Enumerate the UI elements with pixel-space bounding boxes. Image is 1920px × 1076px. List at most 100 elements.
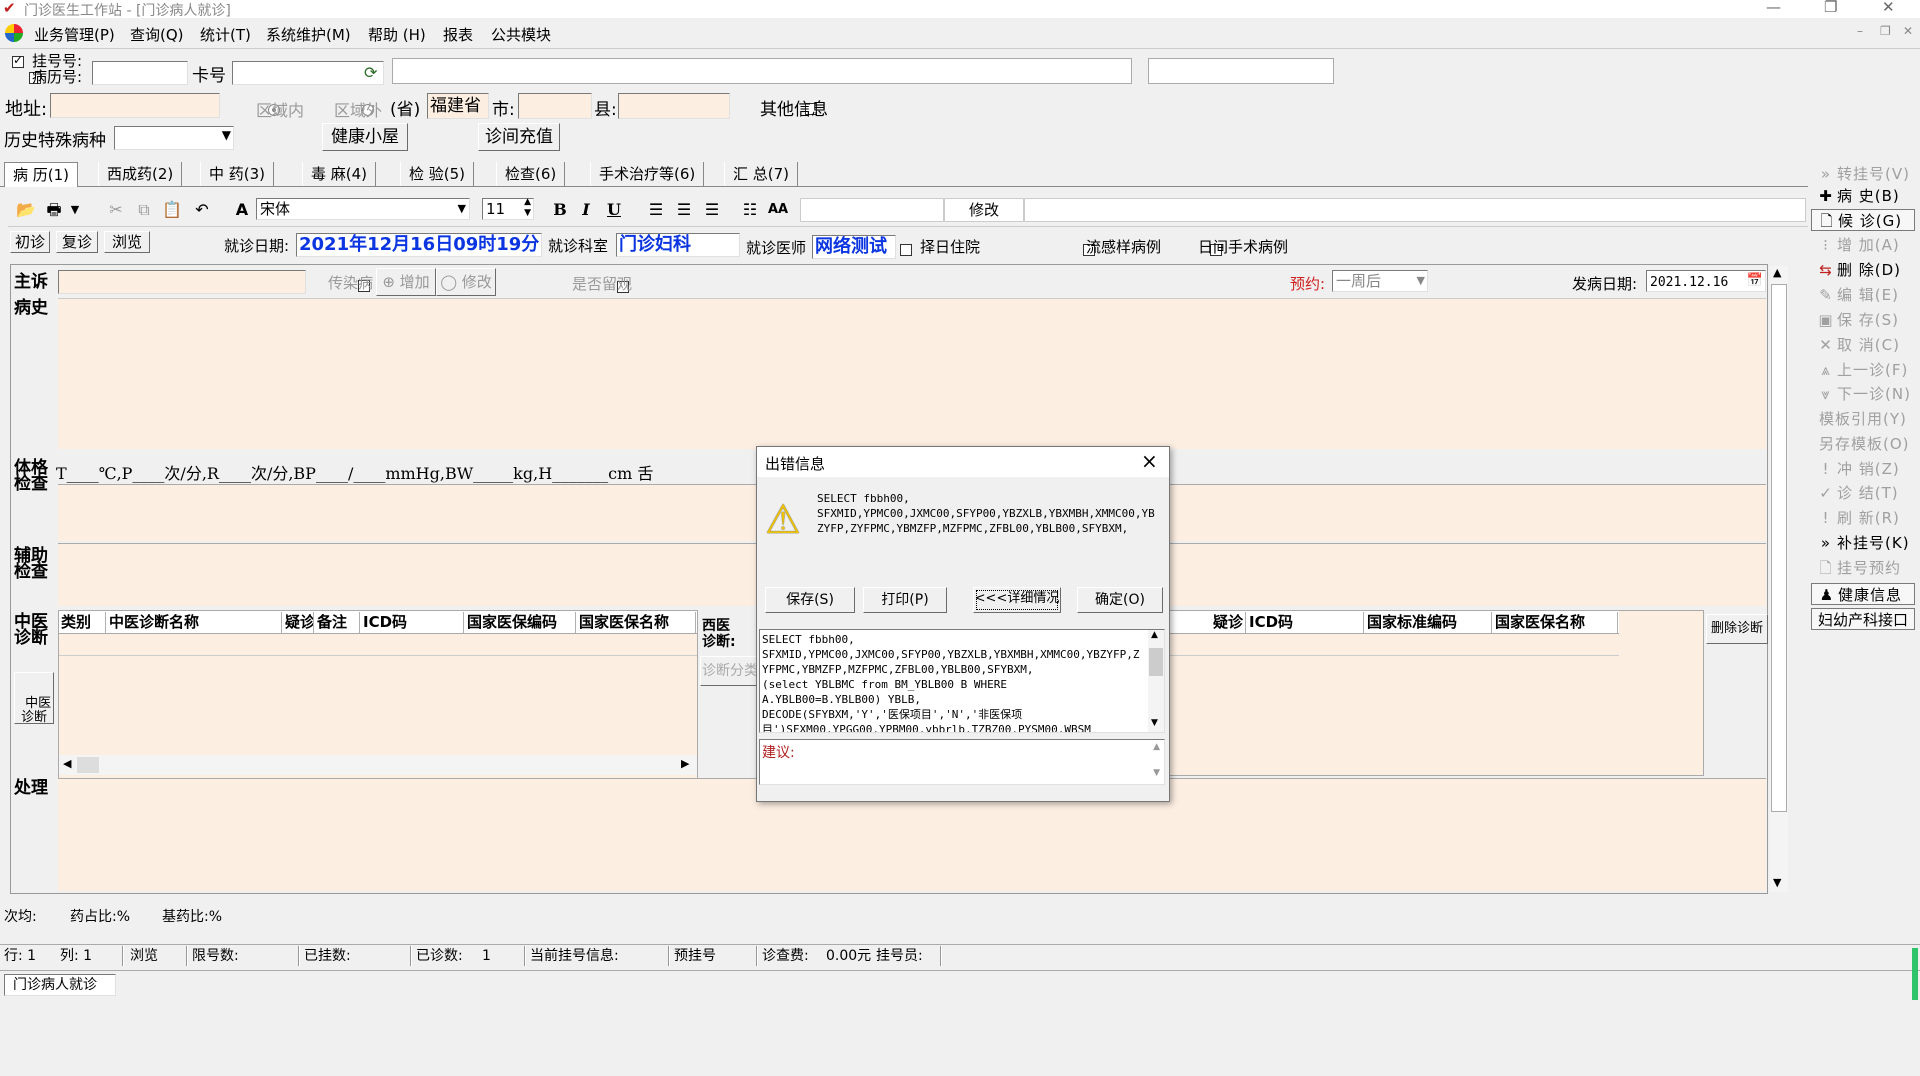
minimize-icon[interactable]: — bbox=[1766, 0, 1781, 16]
menu-query[interactable]: 查询(Q) bbox=[130, 24, 184, 45]
delete-button[interactable]: ⇆ 删 除(D) bbox=[1811, 259, 1915, 281]
dialog-detail-text[interactable]: SELECT fbbh00, SFXMID,YPMC00,JXMC00,SFYP… bbox=[759, 629, 1165, 733]
dialog-advice-field[interactable]: 建议: ▲ ▼ bbox=[759, 739, 1165, 785]
tab-summary[interactable]: 汇 总(7) bbox=[724, 162, 799, 186]
history-input[interactable] bbox=[58, 298, 1766, 449]
menu-stats[interactable]: 统计(T) bbox=[200, 24, 251, 45]
scroll-left-icon[interactable]: ◀ bbox=[63, 757, 71, 770]
template-ref-button[interactable]: 模板引用(Y) bbox=[1811, 408, 1915, 430]
close-icon[interactable]: ✕ bbox=[1882, 0, 1895, 16]
save-button[interactable]: ▣ 保 存(S) bbox=[1811, 309, 1915, 331]
maternal-interface-button[interactable]: 妇幼产科接口 bbox=[1811, 608, 1915, 630]
paste-icon[interactable]: 📋 bbox=[160, 197, 184, 223]
add-button[interactable]: ⁝ 增 加(A) bbox=[1811, 234, 1915, 256]
scroll-down-icon[interactable]: ▼ bbox=[1773, 876, 1781, 889]
tcm-hscrollbar[interactable]: ◀ ▶ bbox=[59, 755, 697, 775]
child-minimize-icon[interactable]: – bbox=[1857, 24, 1863, 38]
address-input[interactable] bbox=[50, 93, 220, 118]
stepper-icon[interactable]: ▲ ▼ bbox=[524, 197, 531, 219]
add-complaint-button[interactable]: ⊕ 增加 bbox=[376, 268, 436, 296]
previous-visit-button[interactable]: ⩓ 上一诊(F) bbox=[1811, 359, 1915, 381]
advice-scroll-down-icon[interactable]: ▼ bbox=[1153, 768, 1160, 778]
detail-scroll-up-icon[interactable]: ▲ bbox=[1151, 630, 1158, 640]
health-house-button[interactable]: 健康小屋 bbox=[322, 123, 408, 151]
align-left-icon[interactable]: ☰ bbox=[644, 197, 668, 223]
tab-chinese-medicine[interactable]: 中 药(3) bbox=[200, 162, 275, 186]
menu-business[interactable]: 业务管理(P) bbox=[34, 24, 115, 45]
patient-extra-field[interactable] bbox=[1148, 58, 1334, 84]
dialog-details-button[interactable]: <<<详细情况 bbox=[973, 587, 1061, 613]
calendar-icon[interactable]: 📅 bbox=[1747, 271, 1763, 291]
appointment-select[interactable]: 一周后 ▼ bbox=[1332, 270, 1428, 292]
tcm-empty-row[interactable] bbox=[59, 633, 697, 656]
recharge-button[interactable]: 诊间充值 bbox=[478, 123, 560, 151]
app-menu-icon[interactable] bbox=[5, 24, 23, 42]
record-scroll-thumb[interactable] bbox=[1771, 284, 1787, 812]
visit-dept-field[interactable]: 门诊妇科 bbox=[616, 233, 740, 257]
refresh-button[interactable]: ! 刷 新(R) bbox=[1811, 507, 1915, 529]
province-input[interactable]: 福建省 bbox=[427, 93, 489, 119]
detail-scroll-down-icon[interactable]: ▼ bbox=[1151, 718, 1158, 728]
restore-icon[interactable]: ❐ bbox=[1824, 0, 1837, 16]
menu-report[interactable]: 报表 bbox=[443, 24, 473, 45]
transfer-registration-button[interactable]: » 转挂号(V) bbox=[1811, 163, 1915, 185]
health-info-button[interactable]: ♟ 健康信息 bbox=[1811, 583, 1915, 605]
history-disease-select[interactable]: ▼ bbox=[114, 126, 234, 150]
delete-diagnosis-button[interactable]: 删除诊断 bbox=[1706, 614, 1768, 644]
scroll-up-icon[interactable]: ▲ bbox=[1773, 266, 1781, 279]
appointment-chevron-down-icon[interactable]: ▼ bbox=[1417, 271, 1425, 291]
edit-complaint-button[interactable]: ◯ 修改 bbox=[436, 268, 496, 296]
menu-system[interactable]: 系统维护(M) bbox=[266, 24, 351, 45]
italic-button[interactable]: I bbox=[574, 197, 598, 223]
city-input[interactable] bbox=[518, 93, 592, 119]
first-visit-button[interactable]: 初诊 bbox=[10, 231, 50, 253]
tcm-hscroll-thumb[interactable] bbox=[77, 757, 99, 773]
tab-narcotics[interactable]: 毒 麻(4) bbox=[302, 162, 377, 186]
card-reader-icon[interactable]: ⟳ bbox=[364, 63, 377, 82]
cut-icon[interactable]: ✂ bbox=[104, 197, 128, 223]
toolbar-field-2[interactable] bbox=[1024, 198, 1806, 222]
menu-help[interactable]: 帮助 (H) bbox=[368, 24, 426, 45]
card-number-input[interactable] bbox=[232, 61, 384, 85]
modify-field[interactable]: 修改 bbox=[944, 198, 1024, 222]
tab-medical-record[interactable]: 病 历(1) bbox=[4, 162, 79, 187]
undo-icon[interactable]: ↶ bbox=[190, 197, 214, 223]
align-center-icon[interactable]: ☰ bbox=[672, 197, 696, 223]
save-as-template-button[interactable]: 另存模板(O) bbox=[1811, 433, 1915, 455]
tab-examination[interactable]: 检查(6) bbox=[496, 162, 566, 186]
align-right-icon[interactable]: ☰ bbox=[700, 197, 724, 223]
dialog-save-button[interactable]: 保存(S) bbox=[765, 587, 855, 613]
toolbar-field-1[interactable] bbox=[800, 198, 944, 222]
revisit-button[interactable]: 复诊 bbox=[56, 231, 98, 253]
dialog-print-button[interactable]: 打印(P) bbox=[863, 587, 947, 613]
text-color-icon[interactable]: AA bbox=[766, 197, 790, 223]
onset-date-field[interactable]: 2021.12.16 📅 bbox=[1646, 270, 1766, 292]
cancel-button[interactable]: ✕ 取 消(C) bbox=[1811, 334, 1915, 356]
waiting-button[interactable]: 🗋 候 诊(G) bbox=[1811, 209, 1915, 231]
reg-number-checkbox[interactable] bbox=[12, 53, 24, 68]
visit-doctor-field[interactable]: 网络测试 bbox=[812, 235, 896, 259]
hospitalization-checkbox[interactable] bbox=[900, 243, 912, 256]
chevron-down-icon[interactable]: ▼ bbox=[222, 128, 231, 142]
detail-scroll-thumb[interactable] bbox=[1149, 648, 1163, 676]
print-icon[interactable]: 🖶 bbox=[42, 197, 66, 223]
child-restore-icon[interactable]: ❐ bbox=[1880, 24, 1891, 38]
child-close-icon[interactable]: ✕ bbox=[1903, 24, 1913, 38]
print-dropdown-icon[interactable]: ▼ bbox=[68, 197, 82, 223]
copy-icon[interactable]: ⧉ bbox=[132, 197, 156, 223]
dialog-ok-button[interactable]: 确定(O) bbox=[1077, 587, 1163, 613]
tcm-diagnosis-table[interactable]: ◀ ▶ bbox=[58, 610, 698, 786]
menu-public[interactable]: 公共模块 bbox=[491, 24, 551, 45]
font-size-stepper[interactable]: 11 ▲ ▼ bbox=[482, 197, 534, 220]
reverse-button[interactable]: ! 冲 销(Z) bbox=[1811, 458, 1915, 480]
dialog-close-icon[interactable]: × bbox=[1141, 449, 1158, 473]
tab-surgery[interactable]: 手术治疗等(6) bbox=[590, 162, 705, 186]
tab-western-medicine[interactable]: 西成药(2) bbox=[98, 162, 183, 186]
tcm-diagnosis-button[interactable]: 中医 诊断 bbox=[14, 672, 54, 725]
scroll-right-icon[interactable]: ▶ bbox=[681, 757, 689, 770]
county-input[interactable] bbox=[618, 93, 730, 119]
registration-appointment-button[interactable]: 🗋 挂号预约 bbox=[1811, 557, 1915, 579]
font-select[interactable]: 宋体 ▼ bbox=[256, 198, 470, 220]
patient-info-field[interactable] bbox=[392, 58, 1132, 84]
open-folder-icon[interactable]: 📂 bbox=[14, 197, 38, 223]
